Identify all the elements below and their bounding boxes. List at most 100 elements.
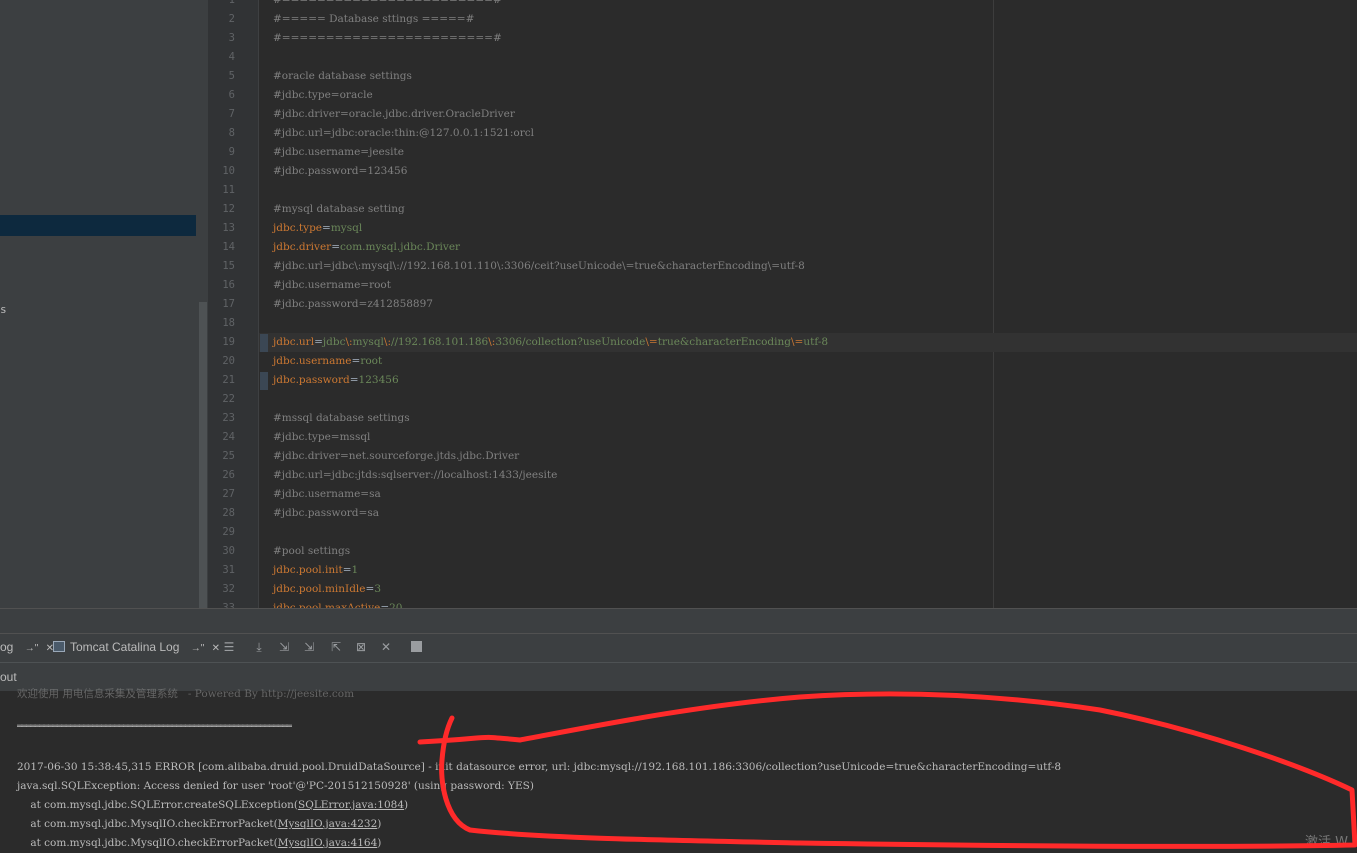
stack-frame: at com.mysql.jdbc.MysqlIO.checkErrorPack…	[17, 815, 381, 834]
soft-wrap-icon[interactable]: ☰	[220, 638, 238, 656]
code-token: jdbc.username	[273, 355, 352, 367]
pin-icon[interactable]: →"	[191, 643, 205, 654]
pin-icon[interactable]: ✕	[377, 638, 395, 656]
down-stack-icon[interactable]: ⇲	[300, 638, 318, 656]
code-token: utf-8	[803, 336, 829, 348]
code-token: =	[351, 355, 361, 367]
line-number: 29	[222, 526, 235, 538]
code-line[interactable]: #jdbc.type=mssql	[273, 428, 370, 447]
line-number: 20	[222, 355, 235, 367]
code-token: =	[314, 336, 323, 348]
stack-frame-text: at com.mysql.jdbc.SQLError.createSQLExce…	[17, 799, 299, 811]
code-token: #jdbc.username=sa	[273, 488, 381, 500]
line-number: 24	[222, 431, 235, 443]
change-marker	[260, 334, 268, 352]
project-tree-fragment: s	[0, 303, 7, 316]
stack-frame-text: )	[404, 799, 409, 811]
right-margin-guide	[993, 0, 994, 608]
stop-icon[interactable]	[407, 638, 425, 656]
code-line[interactable]: jdbc.password=123456	[273, 371, 399, 390]
tab-tomcat-catalina-log[interactable]: Tomcat Catalina Log →" ✕	[53, 633, 220, 661]
code-line[interactable]: #========================#	[273, 0, 502, 10]
line-number: 26	[222, 469, 235, 481]
code-token: jdbc	[322, 336, 346, 348]
line-number: 3	[228, 32, 235, 44]
code-line[interactable]: #jdbc.username=root	[273, 276, 391, 295]
code-token: jdbc.pool.init	[273, 564, 343, 576]
code-token: jdbc.password	[273, 374, 350, 386]
code-line[interactable]: jdbc.pool.init=1	[273, 561, 358, 580]
code-line[interactable]: #jdbc.username=jeesite	[273, 143, 404, 162]
stack-frame: at com.mysql.jdbc.MysqlIO.checkErrorPack…	[17, 834, 381, 853]
code-token: =	[349, 374, 359, 386]
code-token: mysql	[352, 336, 384, 348]
up-stack-icon[interactable]: ⇲	[275, 638, 293, 656]
line-number: 12	[222, 203, 235, 215]
code-line[interactable]: #jdbc.driver=oracle.jdbc.driver.OracleDr…	[273, 105, 515, 124]
code-token: 123456	[358, 374, 399, 386]
pin-icon[interactable]: →"	[25, 643, 39, 654]
code-token: #pool settings	[273, 545, 351, 557]
stack-frame-link[interactable]: SQLError.java:1084	[298, 799, 404, 811]
stack-frame-link[interactable]: MysqlIO.java:4232	[278, 818, 378, 830]
code-line[interactable]: #oracle database settings	[273, 67, 412, 86]
line-number: 32	[222, 583, 235, 595]
code-token: #========================#	[273, 0, 502, 6]
panel-splitter[interactable]	[0, 608, 1357, 634]
code-token: #jdbc.driver=net.sourceforge.jtds.jdbc.D…	[273, 450, 520, 462]
project-panel-scrollbar[interactable]	[199, 302, 207, 608]
tab-log-partial[interactable]: og →" ✕	[0, 633, 54, 661]
code-token: \:	[383, 336, 391, 348]
line-number: 21	[222, 374, 235, 386]
code-line[interactable]: #jdbc.password=z412858897	[273, 295, 433, 314]
code-line[interactable]: #jdbc.username=sa	[273, 485, 381, 504]
console-partial-line: 欢迎使用 用电信息采集及管理系统 - Powered By http://jee…	[17, 688, 355, 700]
code-line[interactable]: jdbc.url=jdbc\:mysql\://192.168.101.186\…	[273, 333, 828, 352]
code-line[interactable]: #========================#	[273, 29, 502, 48]
line-number: 5	[228, 70, 235, 82]
code-line[interactable]: #jdbc.password=123456	[273, 162, 407, 181]
line-number: 19	[222, 336, 235, 348]
console-error-line: 2017-06-30 15:38:45,315 ERROR [com.aliba…	[17, 761, 1062, 773]
code-line[interactable]: #===== Database sttings =====#	[273, 10, 474, 29]
export-icon[interactable]: ⇱	[327, 638, 345, 656]
code-token: true&characterEncoding	[657, 336, 791, 348]
console-output[interactable]: 欢迎使用 用电信息采集及管理系统 - Powered By http://jee…	[0, 688, 1357, 850]
code-line[interactable]: #jdbc.url=jdbc\:mysql\://192.168.101.110…	[273, 257, 805, 276]
code-line[interactable]: #mssql database settings	[273, 409, 410, 428]
stack-frame-link[interactable]: MysqlIO.java:4164	[278, 837, 378, 849]
scroll-to-end-icon[interactable]: ⤓	[250, 638, 268, 656]
code-line[interactable]: #jdbc.url=jdbc:oracle:thin:@127.0.0.1:15…	[273, 124, 534, 143]
code-line[interactable]: #jdbc.url=jdbc:jtds:sqlserver://localhos…	[273, 466, 557, 485]
code-line[interactable]: jdbc.username=root	[273, 352, 382, 371]
code-line[interactable]: #jdbc.password=sa	[273, 504, 379, 523]
close-icon[interactable]: ✕	[212, 643, 220, 654]
clear-all-icon[interactable]: ⊠	[352, 638, 370, 656]
line-number: 11	[222, 184, 235, 196]
code-token: #jdbc.username=jeesite	[273, 146, 404, 158]
code-token: #jdbc.password=sa	[273, 507, 379, 519]
line-number: 2	[228, 13, 235, 25]
code-token: jdbc.driver	[273, 241, 332, 253]
project-tree-selected-item[interactable]	[0, 215, 196, 236]
code-token: =	[331, 241, 340, 253]
code-line[interactable]: #pool settings	[273, 542, 350, 561]
code-line[interactable]: jdbc.pool.minIdle=3	[273, 580, 381, 599]
code-line[interactable]: #jdbc.type=oracle	[273, 86, 373, 105]
line-number: 31	[222, 564, 235, 576]
line-number: 14	[222, 241, 235, 253]
code-token: #oracle database settings	[273, 70, 412, 82]
code-token: #jdbc.password=123456	[273, 165, 408, 177]
tab-log-label: og	[0, 640, 14, 654]
line-number: 1	[228, 0, 235, 6]
code-token: #jdbc.type=oracle	[273, 89, 373, 101]
line-number: 30	[222, 545, 235, 557]
line-number: 28	[222, 507, 235, 519]
code-line[interactable]: #jdbc.driver=net.sourceforge.jtds.jdbc.D…	[273, 447, 519, 466]
stack-frame-text: at com.mysql.jdbc.MysqlIO.checkErrorPack…	[17, 818, 278, 830]
code-line[interactable]: jdbc.driver=com.mysql.jdbc.Driver	[273, 238, 460, 257]
log-file-icon	[53, 641, 65, 652]
code-line[interactable]: jdbc.type=mysql	[273, 219, 362, 238]
code-line[interactable]: #mysql database setting	[273, 200, 405, 219]
tab-tomcat-catalina-label: Tomcat Catalina Log	[70, 640, 180, 654]
